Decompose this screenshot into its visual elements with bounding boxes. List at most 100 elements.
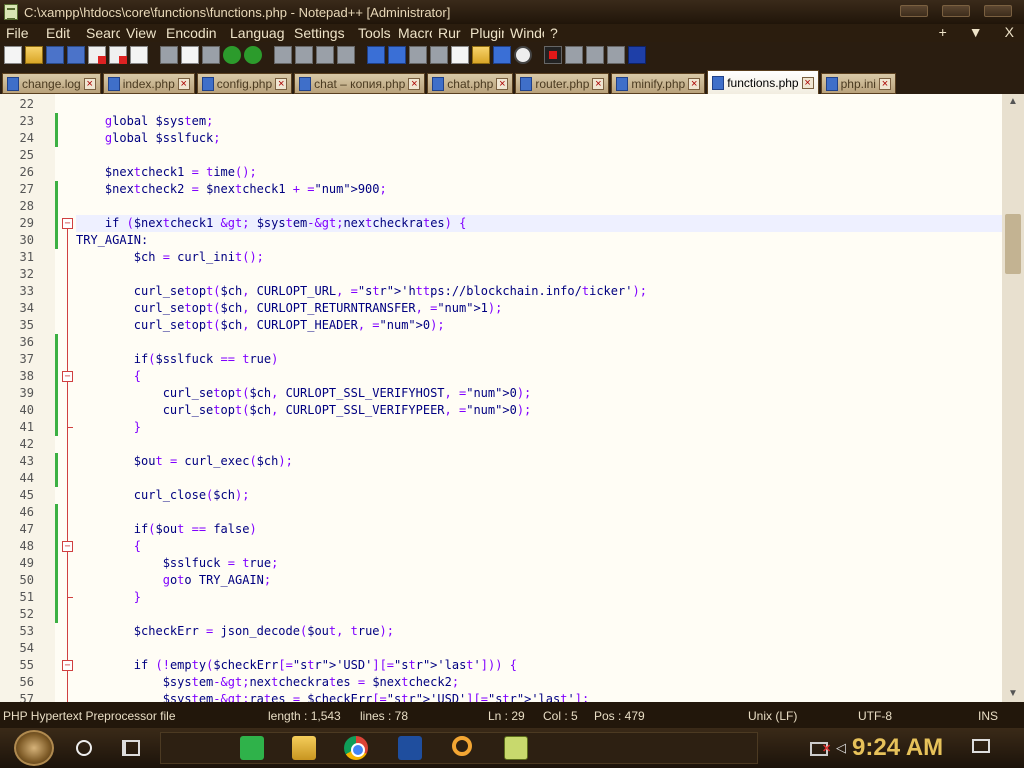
close-icon[interactable]: × [801, 76, 814, 89]
code-line[interactable]: $ch = curl_init(); [76, 249, 264, 266]
save-all-icon[interactable] [67, 46, 85, 64]
code-line[interactable]: if($out == false) [76, 521, 257, 538]
new-file-icon[interactable] [4, 46, 22, 64]
close-icon[interactable]: × [592, 77, 605, 90]
save-icon[interactable] [46, 46, 64, 64]
maximize-button[interactable] [942, 5, 970, 17]
monitoring-icon[interactable] [514, 46, 532, 64]
code-line[interactable]: curl_setopt($ch, CURLOPT_SSL_VERIFYPEER,… [76, 402, 532, 419]
copy-icon[interactable] [181, 46, 199, 64]
task-view-icon[interactable] [122, 740, 140, 756]
code-line[interactable]: if (!empty($checkErr[="str">'USD'][="str… [76, 657, 517, 674]
play-macro-icon[interactable] [586, 46, 604, 64]
undo-icon[interactable] [223, 46, 241, 64]
tab-functions-php[interactable]: functions.php × [707, 70, 819, 94]
tab-config-php[interactable]: config.php × [196, 73, 293, 94]
close-button[interactable] [984, 5, 1012, 17]
code-line[interactable]: { [76, 538, 141, 555]
status-encoding[interactable]: UTF-8 [858, 709, 892, 723]
menu-settings[interactable]: Settings [288, 25, 352, 41]
close-icon[interactable]: × [83, 77, 96, 90]
function-list-icon[interactable] [493, 46, 511, 64]
menu-encoding[interactable]: Encodin [160, 25, 224, 41]
scroll-thumb[interactable] [1005, 214, 1021, 274]
vertical-scrollbar[interactable]: ▲ ▼ [1002, 94, 1024, 702]
title-bar[interactable]: C:\xampp\htdocs\core\functions\functions… [0, 0, 1024, 24]
menu-run[interactable]: Rur [432, 25, 464, 41]
notepadpp-taskbar-icon[interactable] [504, 736, 528, 760]
fold-toggle-icon[interactable]: − [62, 218, 73, 229]
menu-file[interactable]: File [0, 25, 40, 41]
file-explorer-icon[interactable] [292, 736, 316, 760]
run-macro-multiple-icon[interactable] [607, 46, 625, 64]
code-line[interactable]: goto TRY_AGAIN; [76, 572, 271, 589]
stop-macro-icon[interactable] [565, 46, 583, 64]
close-icon[interactable]: × [878, 77, 891, 90]
close-icon[interactable]: × [688, 77, 701, 90]
save-macro-icon[interactable] [628, 46, 646, 64]
tab-router-php[interactable]: router.php × [515, 73, 610, 94]
indent-guide-icon[interactable] [430, 46, 448, 64]
status-eol[interactable]: Unix (LF) [748, 709, 797, 723]
powershell-icon[interactable] [398, 736, 422, 760]
code-line[interactable]: curl_setopt($ch, CURLOPT_HEADER, ="num">… [76, 317, 445, 334]
cortana-icon[interactable] [76, 740, 92, 756]
menu-help[interactable]: ? [544, 25, 576, 41]
close-doc-button[interactable]: X [1005, 24, 1014, 40]
code-line[interactable]: if ($nextcheck1 &gt; $system-&gt;nextche… [76, 215, 466, 232]
redo-icon[interactable] [244, 46, 262, 64]
tab-chat-copy-php[interactable]: chat – копия.php × [294, 73, 426, 94]
menu-plugins[interactable]: Plugin: [464, 25, 504, 41]
close-file-icon[interactable] [88, 46, 106, 64]
new-tab-button[interactable]: + [939, 24, 947, 40]
code-line[interactable]: TRY_AGAIN: [76, 232, 148, 249]
menu-view[interactable]: View [120, 25, 160, 41]
scroll-up-icon[interactable]: ▲ [1006, 96, 1020, 108]
close-all-icon[interactable] [109, 46, 127, 64]
code-line[interactable]: if($sslfuck == true) [76, 351, 279, 368]
menu-edit[interactable]: Edit [40, 25, 80, 41]
code-line[interactable]: $checkErr = json_decode($out, true); [76, 623, 394, 640]
clock[interactable]: 9:24 AM [852, 734, 943, 762]
minimize-button[interactable] [900, 5, 928, 17]
tab-list-button[interactable]: ▼ [969, 24, 983, 40]
tab-chat-php[interactable]: chat.php × [427, 73, 514, 94]
tab-change-log[interactable]: change.log × [2, 73, 101, 94]
notification-icon[interactable] [972, 739, 990, 753]
code-line[interactable]: curl_setopt($ch, CURLOPT_RETURNTRANSFER,… [76, 300, 503, 317]
code-line[interactable]: global $sslfuck; [76, 130, 221, 147]
code-editor[interactable]: 22 23 global $system; 24 global $sslfuck; 2… [0, 94, 1024, 702]
find-icon[interactable] [274, 46, 292, 64]
folder-workspace-icon[interactable] [472, 46, 490, 64]
search-app-icon[interactable] [452, 736, 472, 756]
code-line[interactable]: $nextcheck2 = $nextcheck1 + ="num">900; [76, 181, 387, 198]
fold-toggle-icon[interactable]: − [62, 660, 73, 671]
menu-search[interactable]: Searcl [80, 25, 120, 41]
chrome-icon[interactable] [344, 736, 368, 760]
tab-minify-php[interactable]: minify.php × [611, 73, 706, 94]
scroll-down-icon[interactable]: ▼ [1006, 688, 1020, 700]
close-icon[interactable]: × [177, 77, 190, 90]
open-file-icon[interactable] [25, 46, 43, 64]
code-line[interactable]: } [76, 419, 141, 436]
menu-language[interactable]: Languag [224, 25, 288, 41]
tab-index-php[interactable]: index.php × [102, 73, 195, 94]
close-icon[interactable]: × [408, 77, 421, 90]
code-line[interactable]: } [76, 589, 141, 606]
paste-icon[interactable] [202, 46, 220, 64]
menu-window[interactable]: Windov [504, 25, 544, 41]
code-line[interactable]: $system-&gt;nextcheckrates = $nextcheck2… [76, 674, 459, 691]
start-button[interactable] [14, 730, 54, 766]
code-line[interactable]: curl_close($ch); [76, 487, 250, 504]
code-line[interactable]: $system-&gt;rates = $checkErr[="str">'US… [76, 691, 589, 702]
menu-tools[interactable]: Tools [352, 25, 392, 41]
fold-toggle-icon[interactable]: − [62, 541, 73, 552]
code-line[interactable]: { [76, 368, 141, 385]
record-macro-icon[interactable] [544, 46, 562, 64]
replace-icon[interactable] [295, 46, 313, 64]
sync-vertical-icon[interactable] [367, 46, 385, 64]
doc-map-icon[interactable] [451, 46, 469, 64]
status-insert-mode[interactable]: INS [978, 709, 998, 723]
code-line[interactable]: curl_setopt($ch, CURLOPT_URL, ="str">'ht… [76, 283, 647, 300]
code-line[interactable]: $sslfuck = true; [76, 555, 279, 572]
